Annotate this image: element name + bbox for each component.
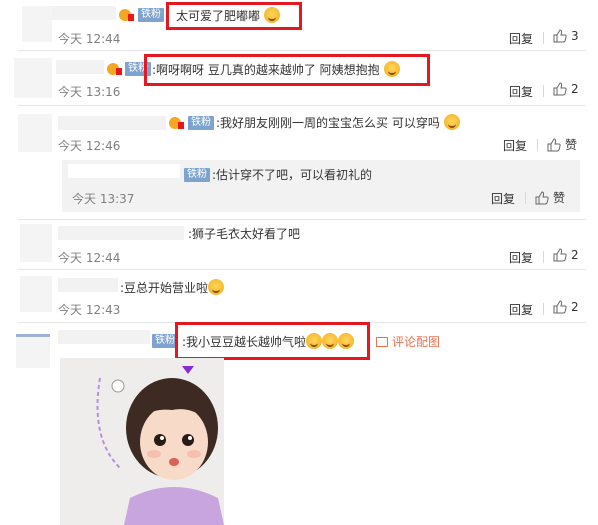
- emoji-icon: [338, 333, 355, 349]
- emoji-icon: [383, 61, 400, 77]
- divider: [543, 85, 544, 97]
- comment-text: :估计穿不了吧，可以看初礼的: [212, 168, 373, 182]
- comment-time: 今天 12:43: [58, 303, 121, 317]
- fan-badge[interactable]: 铁粉: [138, 8, 164, 22]
- divider: [543, 32, 544, 44]
- emoji-icon: [208, 279, 225, 295]
- reply-button[interactable]: 回复: [509, 83, 533, 100]
- like-button[interactable]: 3: [553, 29, 579, 43]
- comment-time: 今天 12:44: [58, 32, 121, 46]
- thumb-up-icon: [535, 190, 549, 204]
- comment-time: 今天 13:37: [72, 192, 135, 206]
- reply-button[interactable]: 回复: [491, 190, 515, 207]
- like-button[interactable]: 2: [553, 300, 579, 314]
- fan-badge[interactable]: 铁粉: [184, 168, 210, 182]
- emoji-icon: [306, 333, 323, 349]
- emoji-icon: [443, 114, 460, 130]
- username[interactable]: [58, 278, 118, 292]
- comment-time: 今天 12:46: [58, 139, 121, 153]
- thumb-up-icon: [547, 137, 561, 151]
- username[interactable]: [56, 60, 104, 74]
- comment-text: :狮子毛衣太好看了吧: [188, 227, 301, 241]
- comment-divider: [18, 269, 586, 270]
- like-button[interactable]: 赞: [535, 189, 565, 206]
- comment-text: :我小豆豆越长越帅气啦: [182, 333, 355, 350]
- thumb-up-icon: [553, 29, 567, 43]
- comment-divider: [18, 219, 586, 220]
- comment-pic-link[interactable]: 评论配图: [376, 333, 440, 350]
- reply-button[interactable]: 回复: [503, 137, 527, 154]
- comment-divider: [18, 50, 586, 51]
- comment-text: :我好朋友刚刚一周的宝宝怎么买 可以穿吗: [216, 114, 460, 131]
- comment-divider: [18, 105, 586, 106]
- thumb-up-icon: [553, 82, 567, 96]
- vip-badge-icon: [107, 63, 122, 75]
- like-button[interactable]: 赞: [547, 136, 577, 153]
- vip-badge-icon: [169, 117, 184, 129]
- vip-badge-icon: [119, 9, 134, 21]
- avatar[interactable]: [20, 224, 52, 262]
- reply-button[interactable]: 回复: [509, 249, 533, 266]
- username[interactable]: [52, 6, 116, 20]
- comment-time: 今天 13:16: [58, 85, 121, 99]
- comment-text: :豆总开始营业啦: [120, 279, 225, 296]
- comment-photo[interactable]: [60, 358, 224, 525]
- username[interactable]: [58, 226, 184, 240]
- comment-text: :啊呀啊呀 豆几真的越来越帅了 阿姨想抱抱: [152, 61, 400, 78]
- avatar[interactable]: [22, 6, 52, 42]
- thumb-up-icon: [553, 300, 567, 314]
- child-photo-image: [60, 358, 224, 525]
- avatar[interactable]: [14, 58, 52, 98]
- username[interactable]: [58, 330, 150, 344]
- like-button[interactable]: 2: [553, 248, 579, 262]
- username[interactable]: [68, 164, 180, 178]
- thumb-up-icon: [553, 248, 567, 262]
- fan-badge[interactable]: 铁粉: [188, 116, 214, 130]
- comment-text: 太可爱了肥嘟嘟: [176, 7, 280, 24]
- reply-button[interactable]: 回复: [509, 301, 533, 318]
- divider: [525, 192, 526, 204]
- emoji-icon: [263, 7, 280, 23]
- avatar[interactable]: [16, 334, 50, 368]
- avatar[interactable]: [20, 276, 52, 312]
- username[interactable]: [58, 116, 166, 130]
- emoji-icon: [322, 333, 339, 349]
- comment-time: 今天 12:44: [58, 251, 121, 265]
- divider: [543, 251, 544, 263]
- reply-button[interactable]: 回复: [509, 30, 533, 47]
- image-icon: [376, 336, 388, 347]
- avatar[interactable]: [18, 114, 52, 152]
- divider: [537, 139, 538, 151]
- like-button[interactable]: 2: [553, 82, 579, 96]
- divider: [543, 303, 544, 315]
